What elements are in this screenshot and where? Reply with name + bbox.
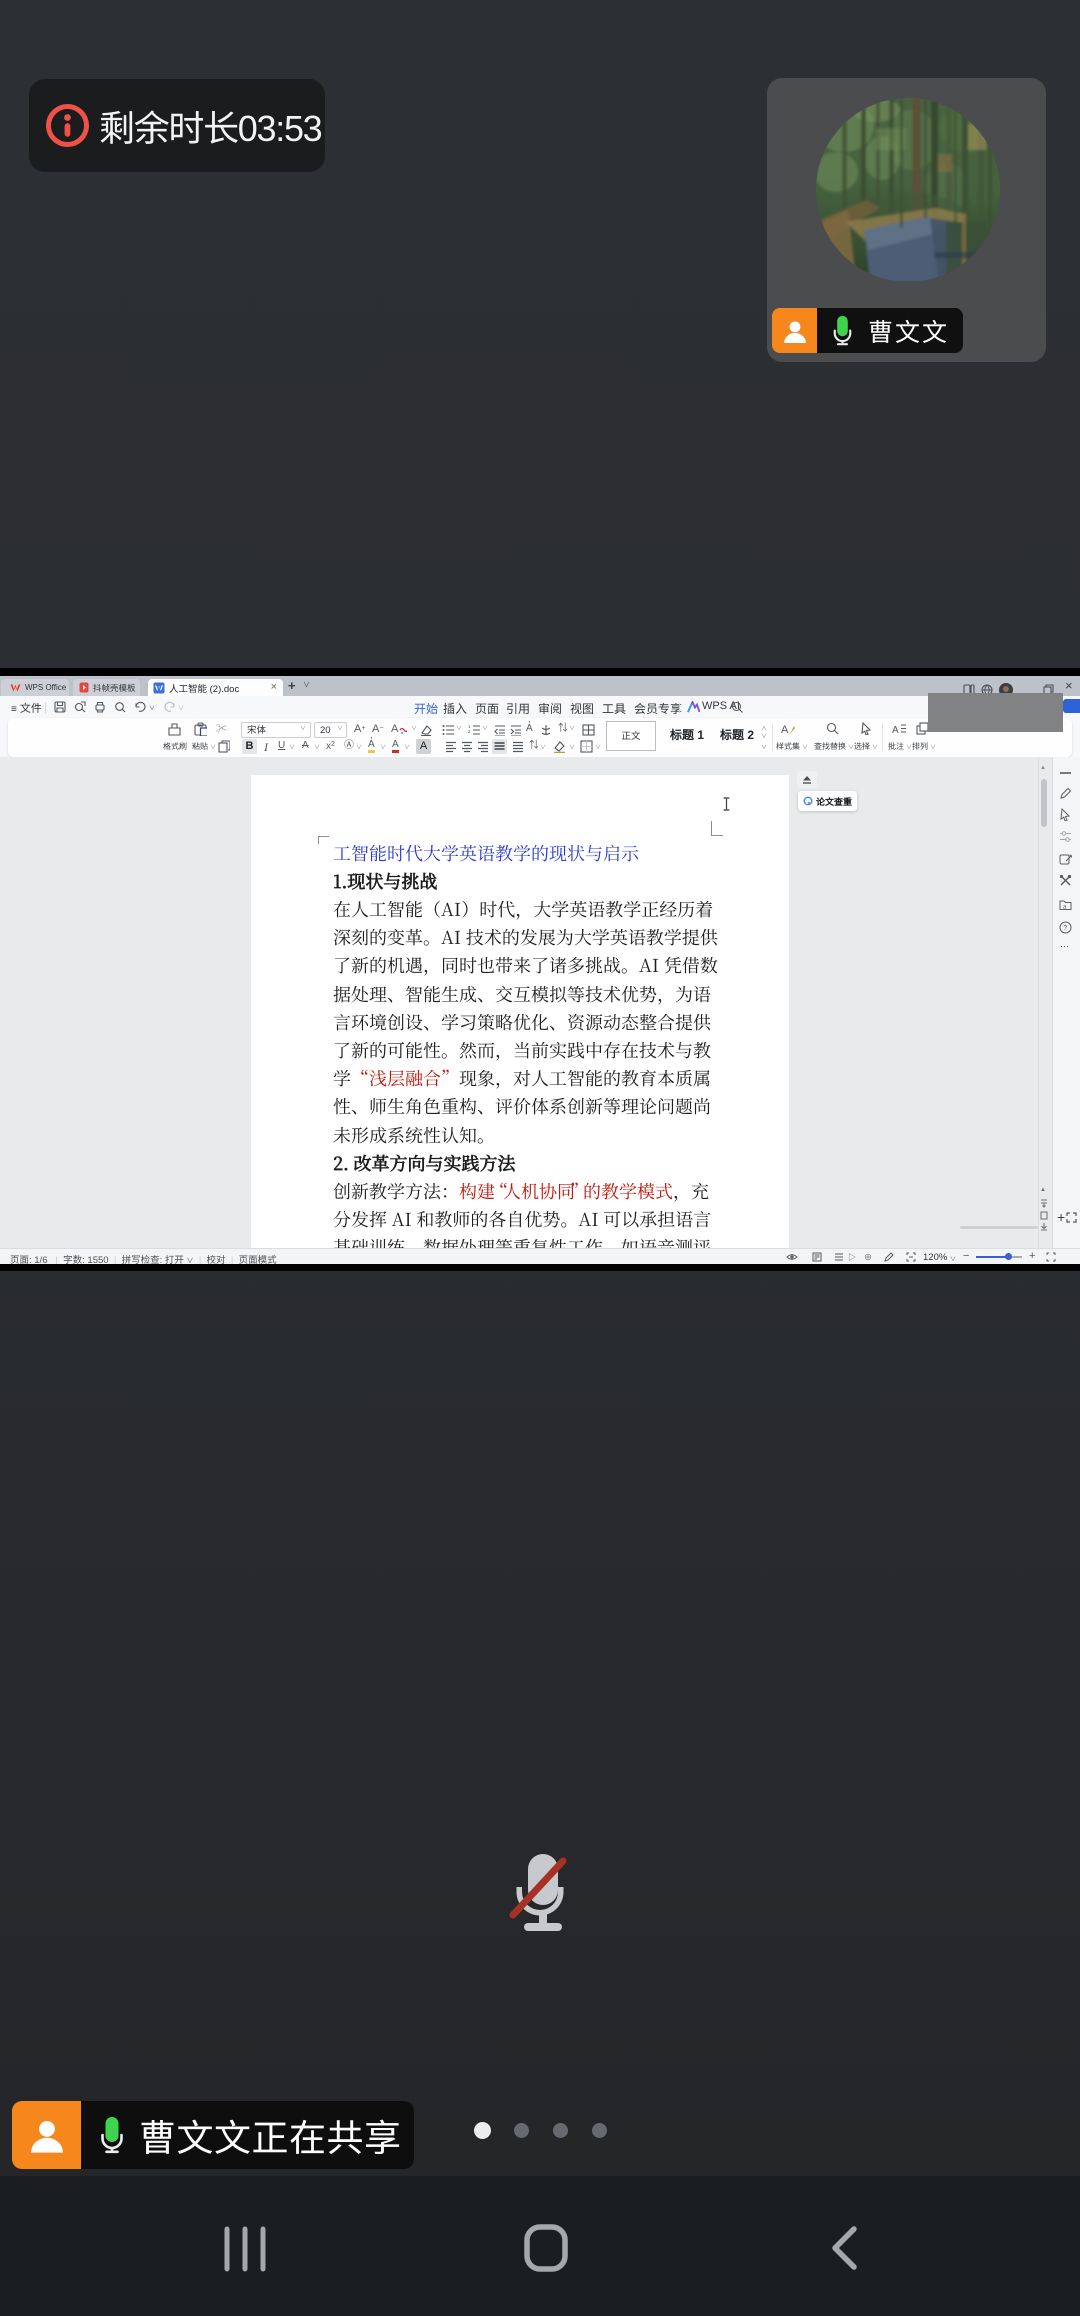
- svg-text:?: ?: [1063, 925, 1067, 932]
- svg-text:2: 2: [468, 729, 471, 734]
- svg-text:A: A: [781, 724, 789, 736]
- svg-text:A: A: [892, 725, 899, 735]
